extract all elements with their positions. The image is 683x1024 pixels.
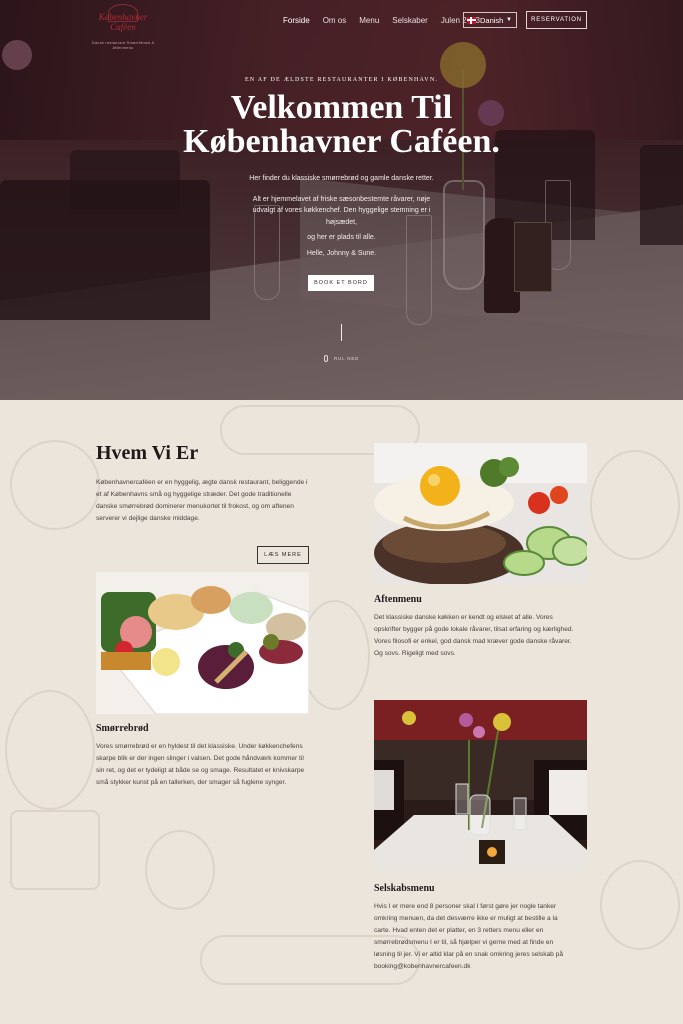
background-barrel-sketch bbox=[590, 450, 680, 560]
scroll-down-link[interactable]: RUL NED bbox=[324, 355, 359, 362]
background-grapes-sketch bbox=[10, 440, 100, 530]
danish-flag-icon bbox=[467, 16, 476, 24]
main-menu: Forside Om os Menu Selskaber Julen 2023 bbox=[283, 16, 493, 25]
selskabsmenu-title: Selskabsmenu bbox=[374, 883, 435, 894]
hero-tagline: EN AF DE ÆLDSTE RESTAURANTER I KØBENHAVN… bbox=[244, 77, 439, 83]
background-barrel-sketch bbox=[600, 860, 680, 950]
background-barrel-sketch bbox=[300, 600, 370, 710]
background-bucket-sketch bbox=[10, 810, 100, 890]
language-select[interactable]: Danish ▼ bbox=[463, 12, 517, 28]
hero-description: Alt er hjemmelavet af friske sæsonbestem… bbox=[252, 195, 431, 226]
smorrebrod-illustration bbox=[96, 572, 309, 714]
hero-title-line2: Københavner Caféen. bbox=[183, 123, 500, 160]
background-tree-sketch bbox=[5, 690, 95, 810]
hero-signature: Helle, Johnny & Sune. bbox=[306, 249, 377, 257]
aftenmenu-photo bbox=[374, 443, 587, 584]
nav-item-selskaber[interactable]: Selskaber bbox=[392, 16, 428, 25]
hero-intro: Her finder du klassiske smørrebrød og ga… bbox=[249, 175, 434, 182]
nav-item-om-os[interactable]: Om os bbox=[323, 16, 347, 25]
hero-title: Velkommen Til Københavner Caféen. bbox=[0, 91, 683, 159]
hero-welcome: og her er plads til alle. bbox=[307, 234, 376, 241]
read-more-button[interactable]: LÆS MERE bbox=[257, 546, 309, 564]
hero-text: EN AF DE ÆLDSTE RESTAURANTER I KØBENHAVN… bbox=[0, 77, 683, 259]
crown-icon bbox=[108, 4, 138, 22]
language-label: Danish bbox=[480, 15, 504, 25]
smorrebrod-photo bbox=[96, 572, 309, 714]
reservation-button[interactable]: RESERVATION bbox=[526, 11, 587, 29]
aftenmenu-illustration bbox=[374, 443, 587, 584]
chevron-down-icon: ▼ bbox=[506, 17, 512, 23]
book-table-button[interactable]: BOOK ET BORD bbox=[308, 275, 374, 291]
selskabsmenu-illustration bbox=[374, 700, 587, 873]
logo-subtitle: Dansk restaurant Smørrebrød & Aftenmenu bbox=[91, 40, 155, 50]
nav-item-forside[interactable]: Forside bbox=[283, 16, 310, 25]
scroll-label: RUL NED bbox=[334, 356, 360, 361]
top-navigation: Københavner Caféen Dansk restaurant Smør… bbox=[0, 4, 683, 50]
scroll-divider bbox=[341, 324, 342, 341]
background-grapes-sketch bbox=[145, 830, 215, 910]
aftenmenu-title: Aftenmenu bbox=[374, 594, 422, 605]
smorrebrod-text: Vores smørrebrød er en hyldest til det k… bbox=[96, 743, 305, 786]
smorrebrod-title: Smørrebrød bbox=[96, 723, 149, 734]
about-title: Hvem Vi Er bbox=[96, 442, 199, 464]
site-logo[interactable]: Københavner Caféen Dansk restaurant Smør… bbox=[88, 4, 158, 54]
selskabsmenu-text: Hvis I er mere end 8 personer skal I før… bbox=[374, 903, 563, 970]
selskabsmenu-photo bbox=[374, 700, 587, 873]
aftenmenu-text: Det klassiske danske køkken er kendt og … bbox=[374, 614, 574, 657]
mouse-icon bbox=[324, 355, 328, 362]
hero-section: Københavner Caféen Dansk restaurant Smør… bbox=[0, 0, 683, 400]
about-text: Københavnercaféen er en hyggelig, ægte d… bbox=[96, 479, 308, 522]
hero-title-line1: Velkommen Til bbox=[230, 89, 453, 126]
nav-item-menu[interactable]: Menu bbox=[359, 16, 379, 25]
